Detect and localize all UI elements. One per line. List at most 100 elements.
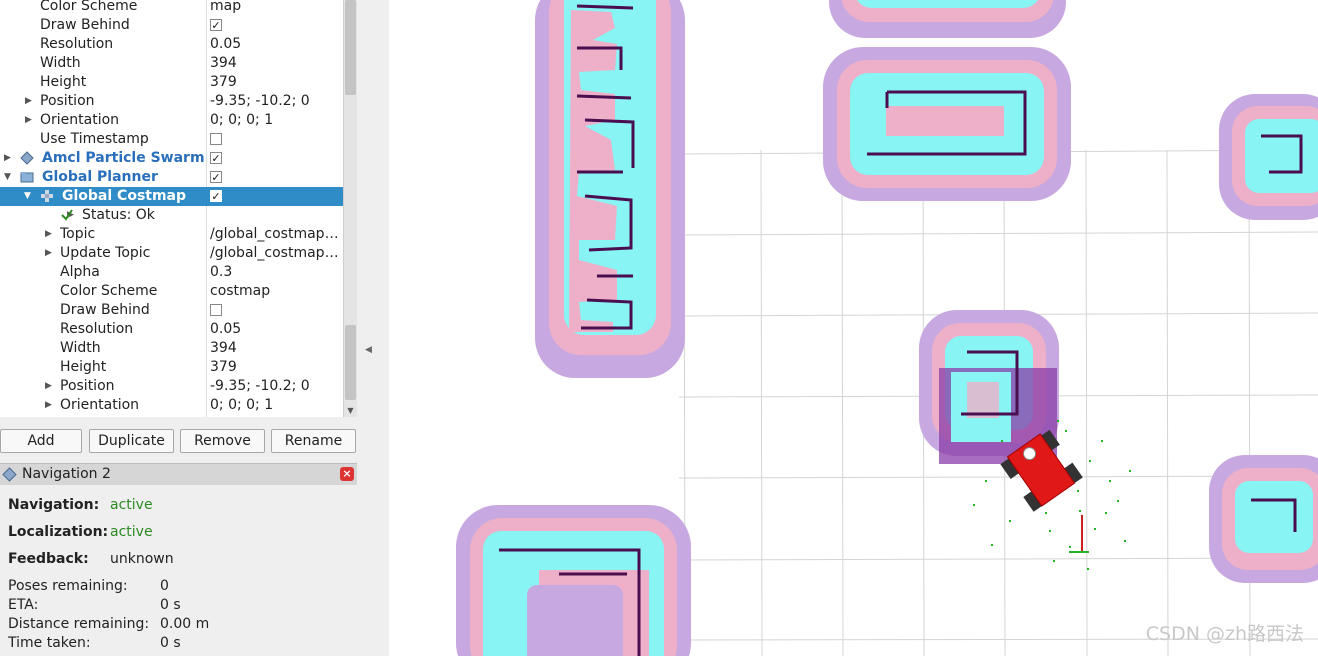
tree-row-label: Color Scheme	[60, 283, 158, 299]
checkbox-unchecked[interactable]	[210, 304, 222, 316]
tree-row-value[interactable]: 0.3	[210, 263, 343, 282]
scrollbar-thumb[interactable]	[345, 0, 356, 95]
tree-row-position[interactable]: ▶ Position -9.35; -10.2; 0	[0, 92, 343, 111]
eta-label: ETA:	[8, 597, 39, 613]
expand-arrow-right-icon[interactable]: ▶	[4, 149, 11, 168]
navigation-panel-title: Navigation 2	[22, 466, 111, 482]
tree-row-label: Draw Behind	[60, 302, 150, 318]
tree-row-value[interactable]: costmap	[210, 282, 343, 301]
tree-row-height[interactable]: Height 379	[0, 73, 343, 92]
tree-row-value[interactable]: map	[210, 0, 343, 16]
tree-row-global-costmap[interactable]: ▼ Global Costmap ✓	[0, 187, 343, 206]
tree-row-alpha[interactable]: Alpha 0.3	[0, 263, 343, 282]
feedback-label: Feedback:	[8, 551, 89, 567]
scroll-down-arrow-icon[interactable]: ▼	[344, 404, 357, 417]
tree-row-amcl-particle-swarm[interactable]: ▶ Amcl Particle Swarm ✓	[0, 149, 343, 168]
duplicate-button[interactable]: Duplicate	[89, 429, 174, 453]
tree-row-value[interactable]: /global_costmap/c...	[210, 225, 343, 244]
navigation-status: active	[110, 497, 153, 513]
tree-row-update-topic[interactable]: ▶ Update Topic/global_costmap/c...	[0, 244, 343, 263]
checkbox-checked[interactable]: ✓	[210, 19, 222, 32]
tree-scrollbar[interactable]: ▼	[343, 0, 357, 417]
tree-row-label: Width	[60, 340, 101, 356]
navigation-label: Navigation:	[8, 497, 100, 513]
time-taken-label: Time taken:	[8, 635, 91, 651]
tree-row-color-scheme[interactable]: Color Scheme costmap	[0, 282, 343, 301]
costmap-obstacle-room	[823, 47, 1071, 201]
tree-row-value[interactable]: 379	[210, 358, 343, 377]
expand-arrow-right-icon[interactable]: ▶	[25, 92, 32, 111]
tree-row-label: Orientation	[40, 112, 120, 128]
checkbox-checked[interactable]: ✓	[210, 190, 222, 203]
tree-row-width[interactable]: Width 394	[0, 339, 343, 358]
navigation-diamond-icon	[2, 467, 17, 482]
expand-arrow-right-icon[interactable]: ▶	[45, 396, 52, 415]
checkbox-checked[interactable]: ✓	[210, 152, 222, 165]
tree-row-label: Height	[60, 359, 107, 375]
tree-row-width[interactable]: Width 394	[0, 54, 343, 73]
tree-row-draw-behind[interactable]: Draw Behind ✓	[0, 16, 343, 35]
expand-arrow-down-icon[interactable]: ▼	[4, 168, 11, 187]
tree-row-position[interactable]: ▶ Position -9.35; -10.2; 0	[0, 377, 343, 396]
close-icon[interactable]: ×	[340, 467, 354, 481]
costmap-obstacle-top	[829, 0, 1066, 38]
costmap-obstacle-bottom-left	[456, 505, 691, 656]
tree-row-value[interactable]: 0.05	[210, 35, 343, 54]
tree-row-global-planner[interactable]: ▼ Global Planner ✓	[0, 168, 343, 187]
tree-row-resolution[interactable]: Resolution 0.05	[0, 320, 343, 339]
tree-row-value[interactable]: /global_costmap/c...	[210, 244, 343, 263]
navigation-panel-header: Navigation 2 ×	[0, 463, 357, 485]
tree-row-label: Update Topic	[60, 245, 151, 261]
distance-remaining-label: Distance remaining:	[8, 616, 150, 632]
remove-button[interactable]: Remove	[180, 429, 265, 453]
map-viewport[interactable]: CSDN @zh路西法	[389, 0, 1318, 656]
tree-row-label: Amcl Particle Swarm	[42, 150, 205, 166]
tree-row-label: Resolution	[60, 321, 134, 337]
tree-row-label: Alpha	[60, 264, 100, 280]
tree-row-label: Global Planner	[42, 169, 158, 185]
tree-row-topic[interactable]: ▶ Topic/global_costmap/c...	[0, 225, 343, 244]
tree-row-label: Color Scheme	[40, 0, 138, 14]
tree-row-value[interactable]: 0.05	[210, 320, 343, 339]
add-button[interactable]: Add	[0, 429, 82, 453]
tree-row-value[interactable]: 379	[210, 73, 343, 92]
tree-row-label: Global Costmap	[62, 188, 187, 204]
displays-tree: Color Scheme map Draw Behind ✓ Resolution 0.0…	[0, 0, 343, 417]
tree-row-value[interactable]: 0; 0; 0; 1	[210, 111, 343, 130]
eta-value: 0 s	[160, 597, 181, 613]
tree-row-value[interactable]: 394	[210, 339, 343, 358]
scrollbar-thumb-secondary[interactable]	[345, 325, 356, 400]
expand-arrow-right-icon[interactable]: ▶	[45, 244, 52, 263]
tree-row-value[interactable]: 394	[210, 54, 343, 73]
tree-row-value[interactable]: 0; 0; 0; 1	[210, 396, 343, 415]
diamond-icon	[20, 151, 34, 165]
rename-button[interactable]: Rename	[271, 429, 356, 453]
panel-collapse-arrow-icon[interactable]: ◀	[365, 345, 372, 355]
localization-label: Localization:	[8, 524, 109, 540]
tree-row-value[interactable]: -9.35; -10.2; 0	[210, 377, 343, 396]
tree-row-use-timestamp[interactable]: Use Timestamp	[0, 130, 343, 149]
tree-row-label: Status: Ok	[82, 207, 155, 223]
poses-remaining-value: 0	[160, 578, 169, 594]
checkbox-checked[interactable]: ✓	[210, 171, 222, 184]
checkbox-unchecked[interactable]	[210, 133, 222, 145]
costmap-canvas[interactable]	[389, 0, 1318, 656]
tree-row-status-ok[interactable]: ▶ Status: Ok	[0, 206, 343, 225]
tree-row-label: Width	[40, 55, 81, 71]
expand-arrow-down-icon[interactable]: ▼	[24, 187, 31, 206]
tree-row-label: Draw Behind	[40, 17, 130, 33]
tree-row-height[interactable]: Height 379	[0, 358, 343, 377]
expand-arrow-right-icon[interactable]: ▶	[25, 111, 32, 130]
tree-row-orientation[interactable]: ▶ Orientation 0; 0; 0; 1	[0, 396, 343, 415]
tree-row-orientation[interactable]: ▶ Orientation 0; 0; 0; 1	[0, 111, 343, 130]
tree-row-draw-behind[interactable]: Draw Behind	[0, 301, 343, 320]
expand-arrow-right-icon[interactable]: ▶	[45, 377, 52, 396]
tree-row-resolution[interactable]: Resolution 0.05	[0, 35, 343, 54]
expand-arrow-right-icon[interactable]: ▶	[45, 225, 52, 244]
localization-status: active	[110, 524, 153, 540]
time-taken-value: 0 s	[160, 635, 181, 651]
feedback-status: unknown	[110, 551, 174, 567]
tree-row-value[interactable]: -9.35; -10.2; 0	[210, 92, 343, 111]
costmap-obstacle-column	[535, 0, 685, 378]
tree-row-color-scheme[interactable]: Color Scheme map	[0, 0, 343, 16]
